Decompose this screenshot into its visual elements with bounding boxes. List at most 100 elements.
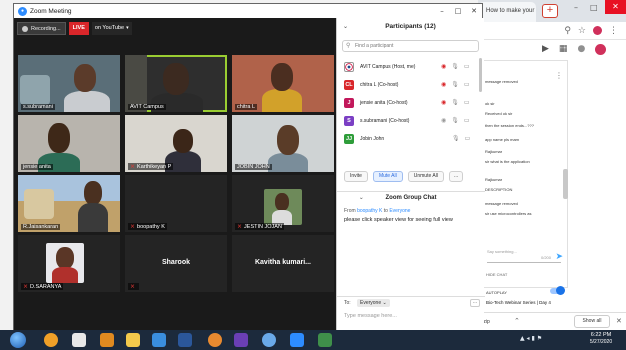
browser-maximize-icon[interactable]: □ [590,3,598,12]
show-hidden-icons-icon[interactable]: ▲ [520,335,525,342]
account-avatar[interactable] [595,43,607,55]
video-tile[interactable]: ⨯ D.SARANYA [18,235,120,292]
chat-message: DESCRIPTION [485,187,513,192]
chat-message: then the session ends...??? [485,123,534,128]
speaker-icon[interactable]: ◂ [527,335,530,342]
video-tile[interactable]: jensie anita [18,115,120,172]
video-tile[interactable]: Kavitha kumari... [232,235,334,292]
video-tile-active-speaker[interactable]: AVIT Campus [125,55,227,112]
mic-muted-icon: ⨯ [130,223,136,230]
video-camera-icon[interactable]: ▭ [465,135,471,142]
visual-studio-icon[interactable] [234,333,248,347]
apps-grid-icon[interactable]: ▦ [559,44,568,54]
invite-button[interactable]: Invite [344,171,368,182]
participant-row[interactable]: S s.subramani (Co-host) ◉ 🎙 ▭ [337,112,485,130]
browser-menu-icon[interactable]: ⋮ [609,26,618,36]
participant-row[interactable]: AVIT Campus (Host, me) ◉ 🎙 ▭ [337,58,485,76]
profile-icon[interactable] [593,26,602,35]
microphone-icon[interactable]: 🎙 [452,135,460,142]
chevron-down-icon[interactable]: ⌄ [359,192,364,204]
more-options-button[interactable]: ... [448,171,464,182]
autoplay-toggle[interactable] [550,286,565,295]
chat-to-word: to [383,208,388,214]
hide-chat-button[interactable]: HIDE CHAT [486,272,507,277]
participant-row[interactable]: CL chitra L (Co-host) ◉ 🎙 ▭ [337,76,485,94]
video-tile[interactable]: s.subramani [18,55,120,112]
participant-name-label: s.subramani [21,104,55,110]
mute-all-button[interactable]: Mute All [372,171,403,182]
chat-message: sir what is the application [485,159,530,164]
photo-app-icon[interactable] [318,333,332,347]
media-player-icon[interactable] [100,333,114,347]
chevron-down-icon[interactable]: ⌄ [343,18,348,36]
mic-muted-icon: ⨯ [237,223,243,230]
maximize-icon[interactable]: □ [450,4,466,18]
send-icon[interactable]: ➤ [555,251,563,262]
chat-input[interactable]: Say something... 0/200 ➤ [487,249,563,263]
show-all-button[interactable]: Show all [574,315,610,328]
participant-row[interactable]: J jensie anita (Co-host) ◉ 🎙 ▭ [337,94,485,112]
browser-minimize-icon[interactable]: – [574,3,578,12]
app-icon[interactable] [208,333,222,347]
chat-scrollbar[interactable] [563,169,568,199]
zoom-app-icon[interactable] [290,333,304,347]
video-tile[interactable]: Sharook ⨯ [125,235,227,292]
word-icon[interactable] [178,333,192,347]
system-clock[interactable]: 6:22 PM 5/27/2020 [584,332,618,346]
search-icon: ⚲ [346,42,351,49]
flag-icon[interactable]: ⚑ [537,335,542,342]
video-camera-icon[interactable]: ▭ [464,117,470,124]
participant-list-scrollbar[interactable] [479,58,482,92]
bookmark-star-icon[interactable]: ☆ [578,26,586,36]
video-camera-icon[interactable]: ▭ [464,81,470,88]
video-camera-icon[interactable]: ▭ [464,63,470,70]
next-video-title[interactable]: Bio-Tech Webinar Series | Day 4 [486,300,551,305]
close-icon[interactable]: ✕ [616,317,622,325]
video-camera-icon[interactable]: ▭ [464,99,470,106]
create-video-icon[interactable]: ▶ [542,44,549,54]
close-icon[interactable]: ✕ [466,4,482,18]
internet-explorer-icon[interactable] [152,333,166,347]
chat-message: message removed [485,201,518,206]
live-stream-dropdown[interactable]: on YouTube ▾ [91,22,132,35]
video-tile[interactable]: JOBIN JOHN [232,115,334,172]
chevron-up-icon[interactable]: ⌃ [514,317,520,325]
chat-more-button[interactable]: ··· [470,299,480,307]
network-icon[interactable]: ▮ [531,335,534,342]
message-placeholder: Type message here... [344,313,397,319]
gallery-view: Recording... LIVE on YouTube ▾ s.subraman… [14,18,336,331]
browser-toolbar: ⚲ ☆ ⋮ [478,22,626,40]
browser-close-icon[interactable]: ✕ [605,0,626,14]
video-tile[interactable]: ⨯ JESTIN JOJAN [232,175,334,232]
file-explorer-icon[interactable] [126,333,140,347]
participant-search-input[interactable]: ⚲ Find a participant [342,40,479,52]
microphone-icon[interactable]: 🎙 [451,81,459,88]
unmute-all-button[interactable]: Unmute All [407,171,444,182]
chat-from-prefix: From [344,208,356,214]
microphone-icon[interactable]: 🎙 [451,99,459,106]
recording-indicator[interactable]: Recording... [17,22,66,35]
chrome-browser-icon[interactable] [262,333,276,347]
chat-message-input[interactable]: Type message here... [344,313,478,325]
share-icon: ◉ [441,99,447,106]
mic-muted-icon: ⨯ [130,163,136,170]
participants-title: Participants (12) [385,23,436,30]
browser-tab[interactable]: How to make your Zoo... [478,2,536,22]
microphone-icon[interactable]: 🎙 [451,63,459,70]
notification-icon[interactable]: ● [577,44,585,54]
video-tile[interactable]: ⨯ Karthikeyan P [125,115,227,172]
microphone-icon[interactable]: 🎙 [451,117,459,124]
zoom-title-bar: ● Zoom Meeting – □ ✕ [14,4,482,18]
participant-row[interactable]: JJ Jobin John 🎙 ▭ [337,130,485,148]
document-icon[interactable] [72,333,86,347]
recipient-dropdown[interactable]: Everyone ⌄ [357,299,390,307]
minimize-icon[interactable]: – [434,4,450,18]
chrome-icon[interactable] [44,333,58,347]
video-tile[interactable]: chitra L [232,55,334,112]
start-button[interactable] [10,332,26,348]
zoom-page-icon[interactable]: ⚲ [564,26,571,36]
chat-sender[interactable]: boopathy K [357,208,382,214]
video-tile[interactable]: R.Jaisankaran [18,175,120,232]
video-tile[interactable]: ⨯ boopathy K [125,175,227,232]
new-tab-button[interactable]: + [542,4,558,18]
